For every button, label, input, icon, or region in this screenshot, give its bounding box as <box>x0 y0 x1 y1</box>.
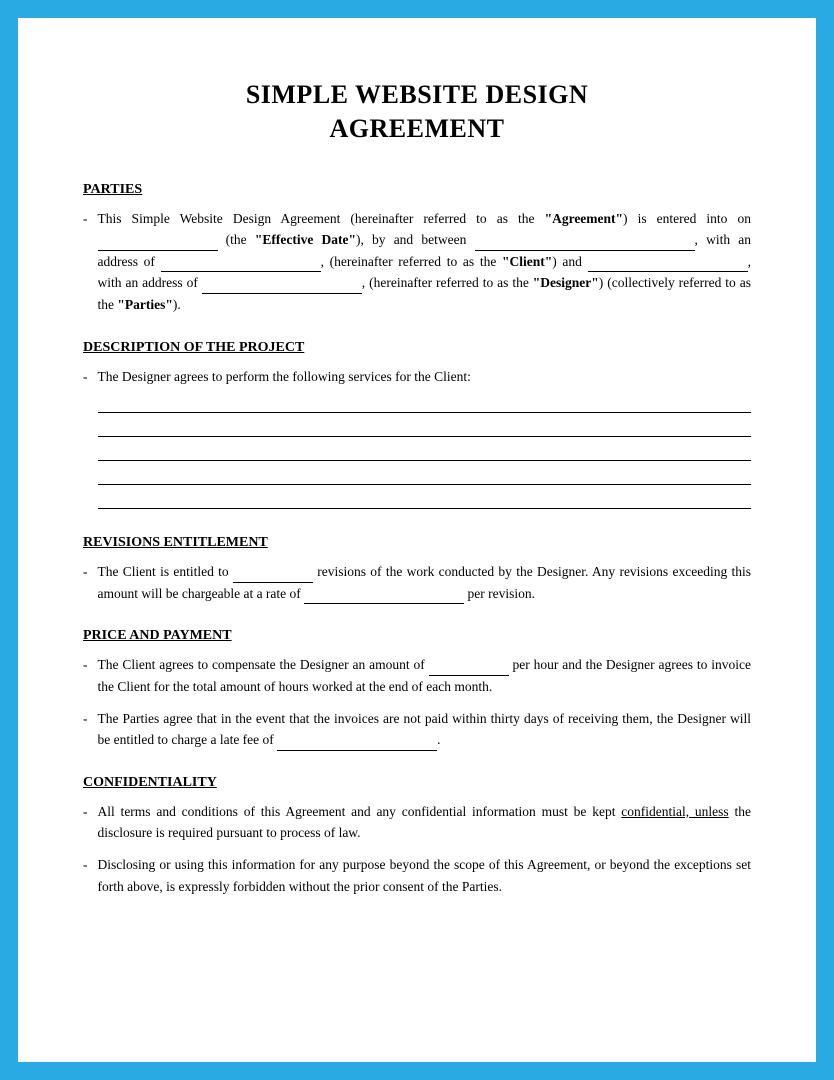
confidentiality-text1: All terms and conditions of this Agreeme… <box>98 801 752 844</box>
confidentiality-item1: - All terms and conditions of this Agree… <box>83 801 751 844</box>
client-bold: "Client" <box>502 254 552 269</box>
price-text1: The Client agrees to compensate the Desi… <box>98 654 752 697</box>
document-page: SIMPLE WEBSITE DESIGN AGREEMENT PARTIES … <box>18 18 816 1062</box>
agreement-bold: "Agreement" <box>545 211 623 226</box>
parties-bold: "Parties" <box>117 297 172 312</box>
effective-date-bold: "Effective Date" <box>255 232 356 247</box>
party2-name-blank <box>588 259 748 273</box>
service-line-5 <box>98 487 752 509</box>
service-line-4 <box>98 463 752 485</box>
confidential-underline: confidential, unless <box>621 804 728 819</box>
confidentiality-heading: CONFIDENTIALITY <box>83 775 751 791</box>
description-heading: DESCRIPTION OF THE PROJECT <box>83 340 751 356</box>
service-line-3 <box>98 439 752 461</box>
party2-address-blank <box>202 280 362 294</box>
bullet-dash-3: - <box>83 561 88 604</box>
parties-heading: PARTIES <box>83 182 751 198</box>
title-line2: AGREEMENT <box>83 112 751 146</box>
price-item1: - The Client agrees to compensate the De… <box>83 654 751 697</box>
bullet-dash-6: - <box>83 801 88 844</box>
price-heading: PRICE AND PAYMENT <box>83 628 751 644</box>
effective-date-blank <box>98 237 218 251</box>
service-line-1 <box>98 391 752 413</box>
title-line1: SIMPLE WEBSITE DESIGN <box>83 78 751 112</box>
bullet-dash: - <box>83 208 88 316</box>
revisions-item1: - The Client is entitled to revisions of… <box>83 561 751 604</box>
late-fee-blank <box>277 737 437 751</box>
document-title: SIMPLE WEBSITE DESIGN AGREEMENT <box>83 78 751 146</box>
bullet-dash-4: - <box>83 654 88 697</box>
description-text: The Designer agrees to perform the follo… <box>98 366 752 512</box>
confidentiality-item2: - Disclosing or using this information f… <box>83 854 751 897</box>
price-text2: The Parties agree that in the event that… <box>98 708 752 751</box>
revisions-text: The Client is entitled to revisions of t… <box>98 561 752 604</box>
outer-border: SIMPLE WEBSITE DESIGN AGREEMENT PARTIES … <box>0 0 834 1080</box>
price-item2: - The Parties agree that in the event th… <box>83 708 751 751</box>
parties-item1: - This Simple Website Design Agreement (… <box>83 208 751 316</box>
bullet-dash-5: - <box>83 708 88 751</box>
confidentiality-text2: Disclosing or using this information for… <box>98 854 752 897</box>
price-amount-blank <box>429 662 509 676</box>
revisions-count-blank <box>233 569 313 583</box>
revisions-heading: REVISIONS ENTITLEMENT <box>83 535 751 551</box>
revisions-rate-blank <box>304 591 464 605</box>
designer-bold: "Designer" <box>533 275 599 290</box>
description-item1: - The Designer agrees to perform the fol… <box>83 366 751 512</box>
service-lines <box>98 391 752 509</box>
bullet-dash-7: - <box>83 854 88 897</box>
party1-address-blank <box>161 259 321 273</box>
bullet-dash-2: - <box>83 366 88 512</box>
service-line-2 <box>98 415 752 437</box>
party1-name-blank <box>475 237 695 251</box>
parties-text: This Simple Website Design Agreement (he… <box>98 208 752 316</box>
